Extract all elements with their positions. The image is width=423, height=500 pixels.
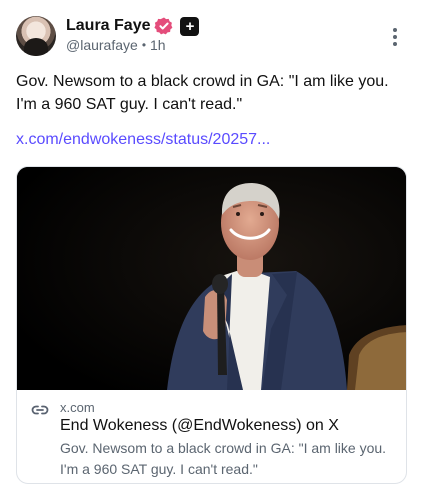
meta-separator: • [141,38,147,52]
author-handle[interactable]: @laurafaye [66,37,138,53]
post-link[interactable]: x.com/endwokeness/status/20257... [16,131,270,149]
author-name-row: Laura Faye + [66,15,200,37]
plus-badge-icon: + [180,16,200,36]
link-icon [31,405,49,415]
card-title[interactable]: End Wokeness (@EndWokeness) on X [60,416,339,436]
post-text: Gov. Newsom to a black crowd in GA: "I a… [16,73,389,113]
more-options-icon[interactable] [388,26,402,48]
card-domain: x.com [60,400,95,415]
author-meta: @laurafaye • 1h [66,37,166,53]
avatar[interactable] [16,16,56,56]
link-preview-image[interactable] [17,167,406,390]
post: Laura Faye + @laurafaye • 1h Gov. Newsom… [0,0,423,500]
card-description: Gov. Newsom to a black crowd in GA: "I a… [60,440,387,477]
verified-badge-icon [154,16,174,36]
post-time[interactable]: 1h [150,37,166,53]
link-preview-card[interactable]: x.com End Wokeness (@EndWokeness) on X G… [16,166,407,484]
author-display-name[interactable]: Laura Faye [66,17,150,35]
